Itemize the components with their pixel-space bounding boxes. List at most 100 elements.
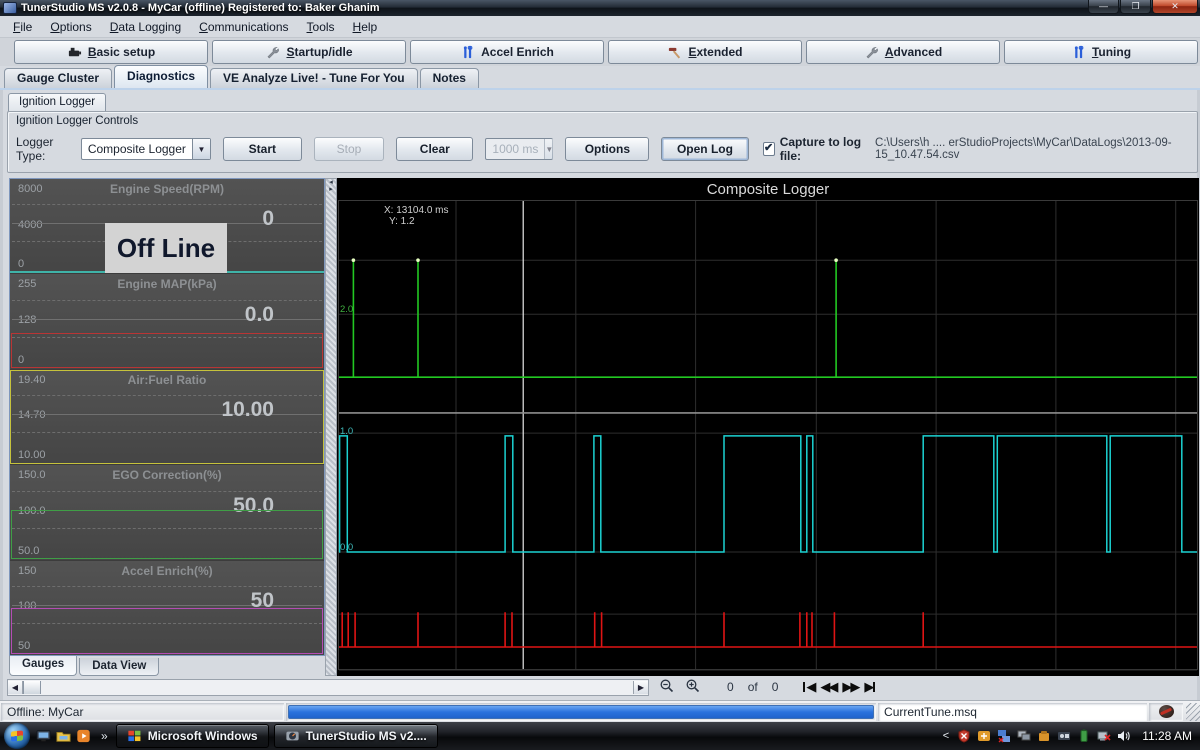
volume-icon[interactable] — [1116, 729, 1131, 743]
forward-button[interactable]: ▶▶ — [842, 679, 858, 695]
splitter-handle[interactable]: ◂ ▸ — [325, 178, 337, 676]
toolbar-advanced-button[interactable]: Advanced — [806, 40, 1000, 64]
gauge-title: Engine Speed(RPM) — [10, 182, 324, 196]
svg-text:2.0: 2.0 — [340, 304, 353, 315]
gauge-tick: 150.0 — [18, 469, 46, 481]
tab-ve-analyze-live-tune-for-you[interactable]: VE Analyze Live! - Tune For You — [210, 68, 418, 88]
taskbar-clock[interactable]: 11:28 AM — [1142, 729, 1192, 743]
stop-button[interactable]: Stop — [314, 137, 384, 161]
start-button-orb[interactable] — [4, 723, 30, 749]
capture-checkbox[interactable]: ✔ — [763, 142, 775, 156]
system-tray: < 11:28 AM — [943, 729, 1200, 743]
clear-button[interactable]: Clear — [396, 137, 473, 161]
svg-text:Y: 1.2: Y: 1.2 — [389, 216, 415, 227]
connection-status-text: Offline: MyCar — [1, 703, 284, 721]
network-share-icon[interactable] — [996, 729, 1011, 743]
explorer-icon[interactable] — [56, 729, 71, 743]
zoom-out-icon[interactable] — [659, 678, 675, 697]
logger-type-select[interactable]: Composite Logger ▼ — [81, 138, 211, 160]
resize-grip[interactable] — [1186, 703, 1200, 721]
start-button[interactable]: Start — [223, 137, 302, 161]
skip-to-start-button[interactable]: ◀ — [802, 679, 814, 695]
scroll-right-icon[interactable]: ▶ — [633, 681, 648, 694]
menu-data-logging[interactable]: Data Logging — [101, 18, 190, 36]
scroll-left-icon[interactable]: ◀ — [8, 681, 23, 694]
tab-notes[interactable]: Notes — [420, 68, 479, 88]
menu-tools[interactable]: Tools — [298, 18, 344, 36]
collapse-left-icon[interactable]: ◂ — [326, 179, 336, 186]
tools-icon — [1071, 45, 1086, 60]
show-desktop-icon[interactable] — [36, 729, 51, 743]
tab-diagnostics[interactable]: Diagnostics — [114, 65, 208, 88]
gauge-tick: 255 — [18, 278, 36, 290]
gauge-engine-map-kpa-: Engine MAP(kPa)25512800.0 — [10, 274, 324, 369]
menu-help[interactable]: Help — [344, 18, 387, 36]
title-bar[interactable]: TunerStudio MS v2.0.8 - MyCar (offline) … — [0, 0, 1200, 16]
taskbar-button-tunerstudio-ms-v2-[interactable]: TunerStudio MS v2.... — [274, 724, 438, 748]
quick-launch — [36, 729, 91, 743]
menu-communications[interactable]: Communications — [190, 18, 297, 36]
ignition-logger-controls-group: Ignition Logger Controls Logger Type: Co… — [7, 111, 1198, 173]
logger-type-label: Logger Type: — [16, 135, 75, 163]
tab-data-view[interactable]: Data View — [79, 658, 159, 676]
gauge-value: 0 — [262, 207, 274, 231]
tab-gauges[interactable]: Gauges — [9, 656, 77, 676]
gauge-tick: 150 — [18, 565, 36, 577]
tray-expand-icon[interactable]: < — [943, 730, 949, 742]
maximize-button[interactable]: ❐ — [1120, 0, 1151, 14]
interval-select[interactable]: 1000 ms ▼ — [485, 138, 553, 160]
gauge-tick: 0 — [18, 258, 24, 270]
engine-icon — [67, 45, 82, 60]
close-button[interactable]: ✕ — [1152, 0, 1198, 14]
security-shield-icon[interactable] — [956, 729, 971, 743]
menu-file[interactable]: File — [4, 18, 41, 36]
quick-launch-overflow-icon[interactable]: » — [101, 729, 108, 743]
tab-gauge-cluster[interactable]: Gauge Cluster — [4, 68, 112, 88]
update-icon[interactable] — [976, 729, 991, 743]
gauge-tick: 128 — [18, 314, 36, 326]
gauge-panel: Off Line Engine Speed(RPM)8000400000Engi… — [9, 178, 325, 656]
gauge-title: EGO Correction(%) — [10, 468, 324, 482]
collapse-right-icon[interactable]: ▸ — [326, 186, 336, 193]
mswin-icon — [127, 729, 142, 743]
archive-icon[interactable] — [1036, 729, 1051, 743]
menu-bar: FileOptionsData LoggingCommunicationsToo… — [0, 16, 1200, 38]
gauge-tick: 4000 — [18, 219, 42, 231]
toolbar-accel-enrich-button[interactable]: Accel Enrich — [410, 40, 604, 64]
options-button[interactable]: Options — [565, 137, 649, 161]
chevron-down-icon: ▼ — [544, 139, 553, 159]
chevron-down-icon[interactable]: ▼ — [192, 139, 210, 159]
gauge-value: 0.0 — [245, 303, 274, 327]
tab-ignition-logger[interactable]: Ignition Logger — [8, 93, 106, 112]
taskbar-button-microsoft-windows[interactable]: Microsoft Windows — [116, 724, 269, 748]
minimize-button[interactable]: — — [1088, 0, 1119, 14]
offline-overlay: Off Line — [105, 223, 227, 273]
offline-indicator-icon — [1159, 705, 1174, 718]
window-title: TunerStudio MS v2.0.8 - MyCar (offline) … — [21, 2, 380, 14]
taskbar: » Microsoft WindowsTunerStudio MS v2....… — [0, 722, 1200, 750]
gauge-ego-correction-: EGO Correction(%)150.0100.050.050.0 — [10, 465, 324, 560]
open-log-button[interactable]: Open Log — [661, 137, 748, 161]
toolbar-extended-button[interactable]: Extended — [608, 40, 802, 64]
composite-logger-chart[interactable]: 2.01.00.0Composite LoggerX: 13104.0 msY:… — [337, 178, 1199, 676]
network-disconnected-icon[interactable] — [1096, 729, 1111, 743]
gauge-title: Engine MAP(kPa) — [10, 277, 324, 291]
dual-monitor-icon[interactable] — [1016, 729, 1031, 743]
main-tabs: Gauge ClusterDiagnosticsVE Analyze Live!… — [0, 66, 1200, 90]
scrollbar-thumb[interactable] — [23, 681, 41, 694]
skip-to-end-button[interactable]: ▶ — [864, 679, 876, 695]
menu-options[interactable]: Options — [41, 18, 100, 36]
app-icon — [3, 2, 17, 14]
svg-text:X: 13104.0 ms: X: 13104.0 ms — [384, 205, 448, 216]
svg-text:0.0: 0.0 — [340, 542, 353, 553]
snipping-tool-icon[interactable] — [1056, 729, 1071, 743]
toolbar-tuning-button[interactable]: Tuning — [1004, 40, 1198, 64]
zoom-in-icon[interactable] — [685, 678, 701, 697]
media-player-icon[interactable] — [76, 729, 91, 743]
tune-file-field: CurrentTune.msq — [878, 703, 1147, 721]
toolbar-startup-idle-button[interactable]: Startup/idle — [212, 40, 406, 64]
toolbar-basic-setup-button[interactable]: Basic setup — [14, 40, 208, 64]
rewind-button[interactable]: ◀◀ — [820, 679, 836, 695]
battery-icon[interactable] — [1076, 729, 1091, 743]
chart-h-scrollbar[interactable]: ◀ ▶ — [7, 679, 649, 696]
